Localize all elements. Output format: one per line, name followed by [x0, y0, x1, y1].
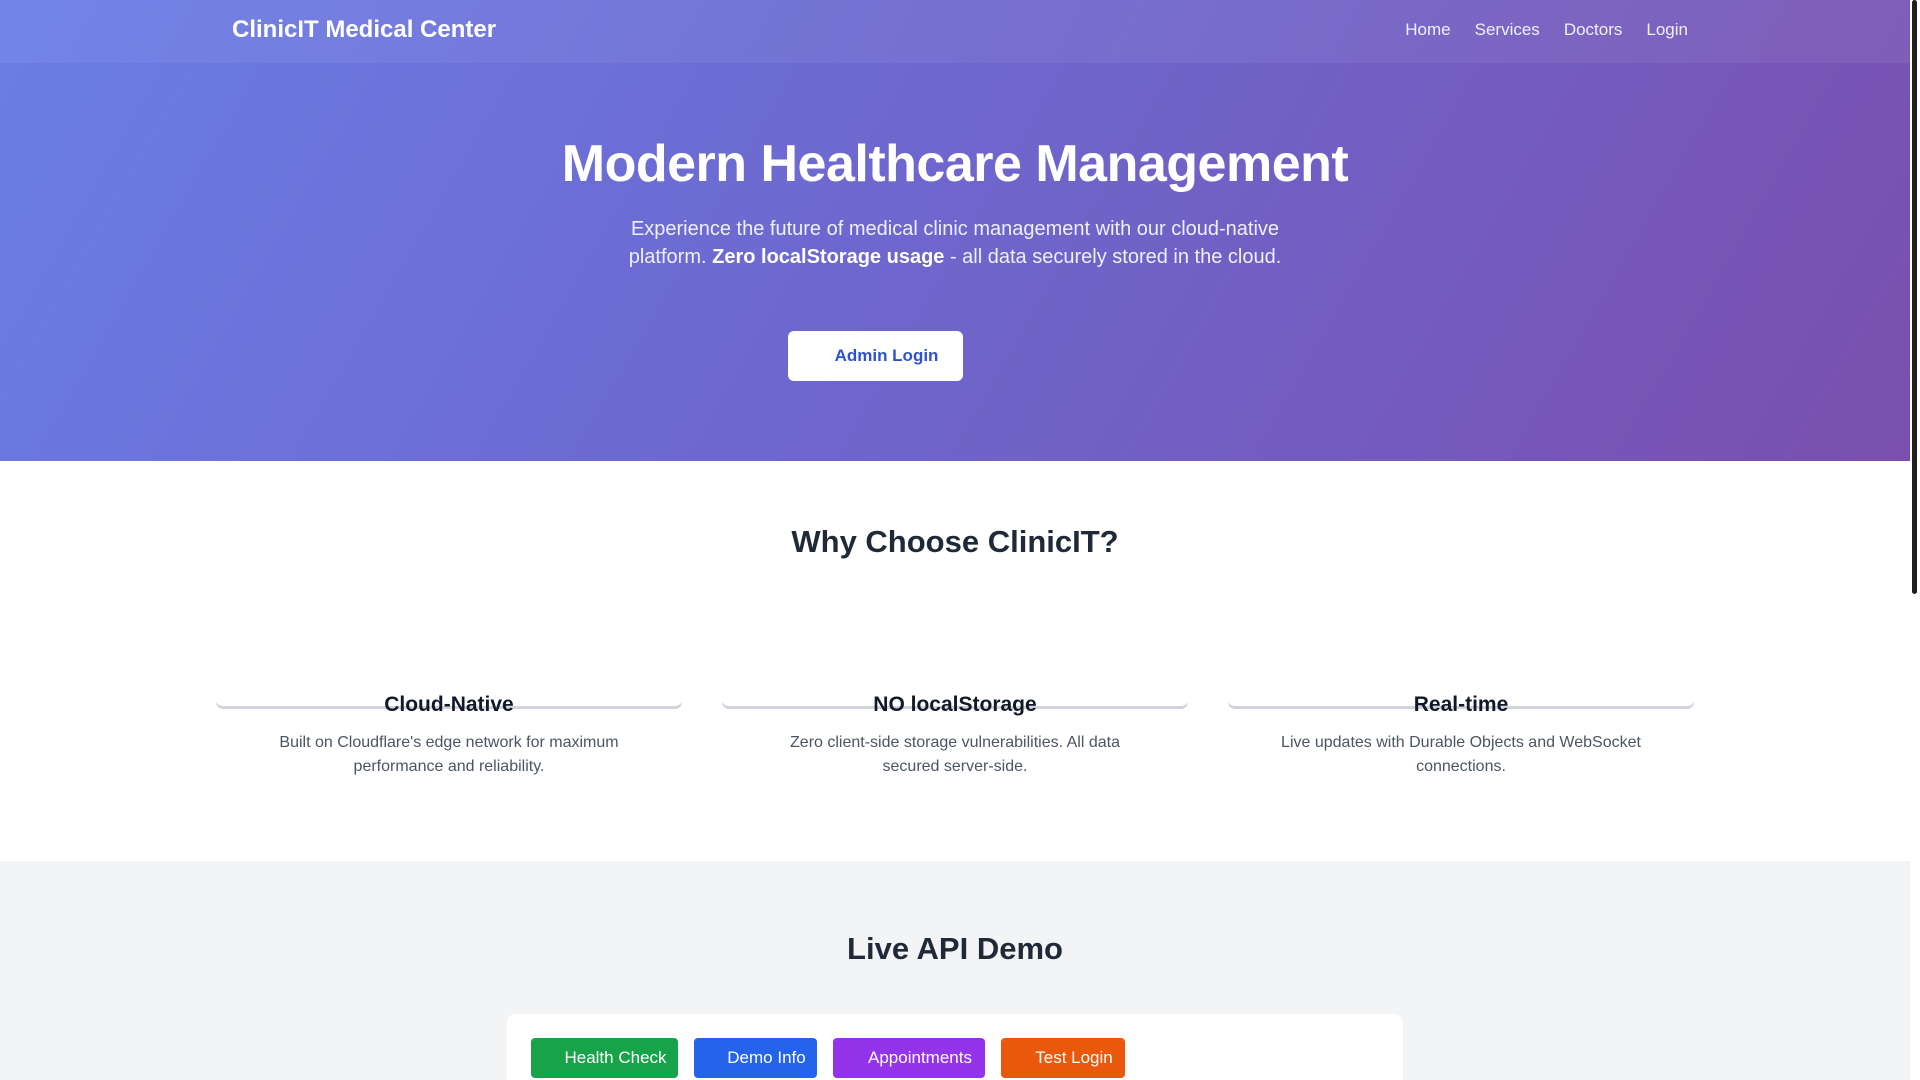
feature-text-cloud-native: Cloud-Native Built on Cloudflare's edge …: [215, 461, 683, 775]
api-demo-section: Live API Demo Health Check Demo Info App…: [0, 861, 1910, 1080]
feature-desc-cloud-native: Built on Cloudflare's edge network for m…: [279, 734, 619, 775]
feature-title-no-localstorage: NO localStorage: [873, 693, 1037, 716]
feature-title-real-time: Real-time: [1413, 693, 1509, 716]
hero-subtitle-bold: Zero localStorage usage: [712, 246, 945, 268]
api-demo-panel: Health Check Demo Info Appointments Test…: [507, 1014, 1403, 1080]
api-demo-title: Live API Demo: [847, 931, 1063, 966]
vertical-scrollbar[interactable]: [1910, 0, 1920, 1080]
nav-links: Home Services Doctors Login: [1405, 20, 1688, 40]
key-icon: [1013, 1051, 1027, 1065]
nav-link-home[interactable]: Home: [1405, 20, 1450, 40]
brand-logo[interactable]: ClinicIT Medical Center: [232, 16, 496, 44]
scrollbar-thumb[interactable]: [1912, 0, 1917, 594]
appointments-label: Appointments: [868, 1048, 972, 1067]
heartbeat-icon: [542, 1051, 556, 1065]
hero-subtitle-end: - all data securely stored in the cloud.: [949, 246, 1282, 268]
hero-section: ClinicIT Medical Center Home Services Do…: [0, 0, 1910, 461]
feature-text-real-time: Real-time Live updates with Durable Obje…: [1227, 461, 1695, 775]
hero-subtitle: Experience the future of medical clinic …: [615, 215, 1295, 271]
nav-link-services[interactable]: Services: [1475, 20, 1540, 40]
appointments-button[interactable]: Appointments: [833, 1038, 985, 1078]
admin-login-label: Admin Login: [834, 346, 939, 365]
health-check-label: Health Check: [564, 1048, 667, 1067]
feature-desc-no-localstorage: Zero client-side storage vulnerabilities…: [790, 734, 1120, 775]
demo-info-button[interactable]: Demo Info: [694, 1038, 817, 1078]
test-login-button[interactable]: Test Login: [1001, 1038, 1125, 1078]
test-login-label: Test Login: [1035, 1048, 1113, 1067]
feature-title-cloud-native: Cloud-Native: [384, 693, 514, 716]
info-icon: [705, 1051, 719, 1065]
top-navbar: ClinicIT Medical Center Home Services Do…: [0, 0, 1910, 63]
nav-link-login[interactable]: Login: [1646, 20, 1688, 40]
feature-desc-real-time: Live updates with Durable Objects and We…: [1281, 734, 1641, 775]
calendar-icon: [846, 1051, 860, 1065]
page: ClinicIT Medical Center Home Services Do…: [0, 0, 1910, 1080]
login-icon: [813, 349, 827, 363]
demo-info-label: Demo Info: [727, 1048, 806, 1067]
hero-title: Modern Healthcare Management: [561, 135, 1349, 193]
feature-text-no-localstorage: NO localStorage Zero client-side storage…: [721, 461, 1189, 775]
admin-login-button[interactable]: Admin Login: [788, 331, 963, 381]
nav-link-doctors[interactable]: Doctors: [1564, 20, 1623, 40]
health-check-button[interactable]: Health Check: [531, 1038, 678, 1078]
features-section: Why Choose ClinicIT? Cloud-Native Built …: [0, 461, 1910, 861]
